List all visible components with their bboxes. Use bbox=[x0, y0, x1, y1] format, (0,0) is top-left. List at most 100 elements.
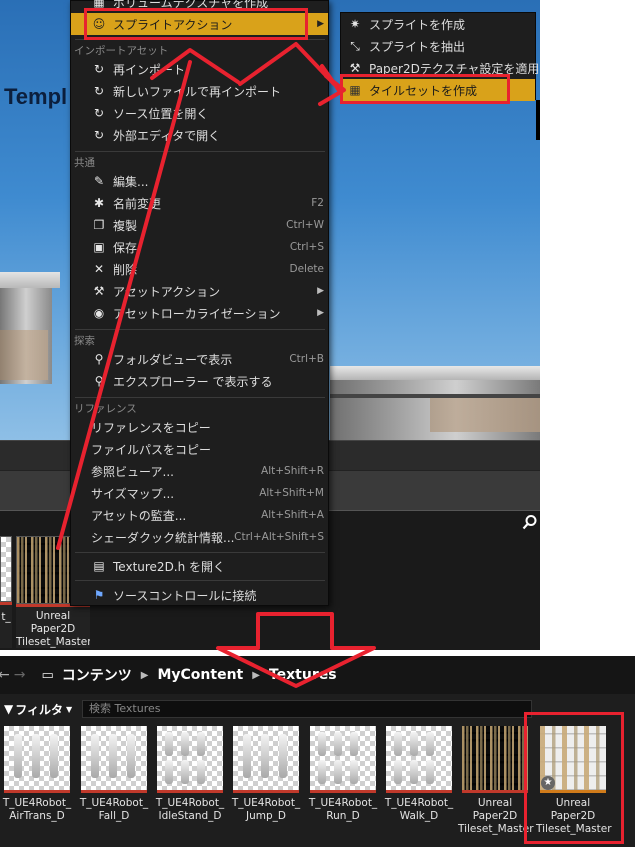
reimport-file-icon: ↻ bbox=[93, 84, 105, 98]
chevron-right-icon: ▶ bbox=[317, 286, 324, 296]
menu-item-reimport-new-file[interactable]: ↻ 新しいファイルで再インポート bbox=[71, 80, 328, 102]
menu-separator bbox=[75, 552, 325, 553]
asset-thumbnail bbox=[0, 536, 12, 602]
asset-caption: Unreal Paper2D Tileset_Master bbox=[536, 797, 612, 835]
filter-button[interactable]: ▼ フィルタ ▼ bbox=[4, 700, 72, 718]
chevron-right-icon: ▶ bbox=[317, 19, 324, 29]
asset-caption: T_UE4Robot_ Walk_D bbox=[384, 797, 454, 822]
texture-settings-icon: ⚒ bbox=[349, 61, 361, 75]
menu-item-copy-reference[interactable]: リファレンスをコピー bbox=[71, 416, 328, 438]
menu-item-create-sprite[interactable]: ✷ スプライトを作成 bbox=[341, 13, 535, 35]
source-control-icon: ⚑ bbox=[93, 588, 105, 602]
viewport-title-text: Templ bbox=[4, 84, 68, 109]
wrench-icon: ⚒ bbox=[93, 284, 105, 298]
filter-icon: ▼ bbox=[4, 702, 14, 716]
menu-separator bbox=[75, 329, 325, 330]
tileset-badge-icon: ★ bbox=[541, 776, 555, 790]
folder-icon: ▭ bbox=[41, 667, 54, 683]
menu-item-create-tileset[interactable]: ▦ タイルセットを作成 bbox=[341, 79, 535, 101]
section-common: 共通 bbox=[74, 157, 95, 169]
texture-icon: ▦ bbox=[93, 0, 105, 9]
menu-item-copy-file-path[interactable]: ファイルパスをコピー bbox=[71, 438, 328, 460]
menu-item-sprite-actions[interactable]: ☺ スプライトアクション ▶ bbox=[71, 13, 328, 35]
asset-caption: Unreal Paper2D Tileset_Master bbox=[458, 797, 534, 835]
asset-thumbnail bbox=[4, 726, 70, 790]
asset-thumbnail bbox=[386, 726, 452, 790]
menu-item-open-header[interactable]: ▤ Texture2D.h を開く bbox=[71, 555, 328, 577]
breadcrumb-textures[interactable]: Textures bbox=[269, 667, 337, 683]
rename-icon: ✱ bbox=[93, 196, 105, 210]
platform-left-top bbox=[0, 272, 60, 288]
menu-item-shader-cook-stats[interactable]: シェーダクック統計情報... Ctrl+Alt+Shift+S bbox=[71, 526, 328, 548]
platform-right-top bbox=[330, 366, 540, 380]
asset-caption: T_UE4Robot_ IdleStand_D bbox=[155, 797, 225, 822]
magnifier-icon: ⚲ bbox=[94, 352, 104, 366]
asset-caption-line2: Paper2D bbox=[30, 623, 76, 635]
asset-caption: T_UE4Robot_ Fall_D bbox=[79, 797, 149, 822]
sprite-icon: ☺ bbox=[92, 17, 106, 31]
search-icon[interactable] bbox=[522, 514, 538, 530]
menu-separator bbox=[75, 580, 325, 581]
globe-icon: ◉ bbox=[93, 306, 105, 320]
chevron-right-icon: ▶ bbox=[317, 308, 324, 318]
asset-thumbnail bbox=[157, 726, 223, 790]
save-icon: ▣ bbox=[93, 240, 105, 254]
asset-tile-partial[interactable]: t_ bbox=[0, 536, 12, 648]
asset-context-menu: ▦ ボリュームテクスチャを作成 ☺ スプライトアクション ▶ インポートアセット… bbox=[70, 0, 329, 606]
menu-item-reimport[interactable]: ↻ 再インポート bbox=[71, 58, 328, 80]
platform-right-base bbox=[430, 398, 540, 432]
menu-item-open-source-location[interactable]: ↻ ソース位置を開く bbox=[71, 102, 328, 124]
menu-item-save[interactable]: ▣ 保存 Ctrl+S bbox=[71, 236, 328, 258]
menu-item-show-in-folder-view[interactable]: ⚲ フォルダビューで表示 Ctrl+B bbox=[71, 348, 328, 370]
menu-item-connect-source-control[interactable]: ⚑ ソースコントロールに接続 bbox=[71, 584, 328, 606]
search-input[interactable]: 検索 Textures bbox=[82, 700, 532, 718]
asset-caption-line1: Unreal bbox=[35, 610, 71, 622]
chevron-right-icon: ▶ bbox=[252, 669, 260, 681]
menu-item-asset-localization[interactable]: ◉ アセットローカライゼーション ▶ bbox=[71, 302, 328, 324]
section-reference: リファレンス bbox=[74, 403, 137, 415]
menu-item-asset-audit[interactable]: アセットの監査... Alt+Shift+A bbox=[71, 504, 328, 526]
chevron-right-icon: ▶ bbox=[140, 669, 149, 681]
menu-item-edit[interactable]: ✎ 編集... bbox=[71, 170, 328, 192]
breadcrumb-content[interactable]: コンテンツ bbox=[62, 665, 132, 685]
back-arrow-icon[interactable]: ← bbox=[0, 667, 10, 683]
menu-item-create-volume-texture[interactable]: ▦ ボリュームテクスチャを作成 bbox=[71, 0, 328, 13]
asset-caption: t_ bbox=[1, 611, 11, 623]
menu-item-extract-sprites[interactable]: ⤡ スプライトを抽出 bbox=[341, 35, 535, 57]
breadcrumb: ← → ▭ コンテンツ ▶ MyContent ▶ Textures bbox=[0, 656, 635, 694]
forward-arrow-icon[interactable]: → bbox=[14, 667, 26, 683]
reimport-icon: ↻ bbox=[93, 62, 105, 76]
duplicate-icon: ❐ bbox=[93, 218, 105, 232]
delete-icon: ✕ bbox=[93, 262, 105, 276]
menu-item-open-external-editor[interactable]: ↻ 外部エディタで開く bbox=[71, 124, 328, 146]
folder-open-icon: ↻ bbox=[93, 106, 105, 120]
edit-icon: ✎ bbox=[93, 174, 105, 188]
menu-item-apply-paper2d-settings[interactable]: ⚒ Paper2Dテクスチャ設定を適用 bbox=[341, 57, 540, 79]
sprite-actions-submenu: ✷ スプライトを作成 ⤡ スプライトを抽出 ⚒ Paper2Dテクスチャ設定を適… bbox=[340, 12, 540, 101]
menu-separator bbox=[75, 397, 325, 398]
asset-caption: T_UE4Robot_ Jump_D bbox=[231, 797, 301, 822]
asset-thumbnail bbox=[462, 726, 528, 790]
asset-caption-line3: Tileset_Master bbox=[16, 636, 90, 648]
code-file-icon: ▤ bbox=[93, 559, 105, 573]
sprite-extract-icon: ⤡ bbox=[350, 38, 360, 53]
asset-thumbnail bbox=[81, 726, 147, 790]
menu-item-show-in-explorer[interactable]: ⚲ エクスプローラー で表示する bbox=[71, 370, 328, 392]
menu-item-reference-viewer[interactable]: 参照ビューア... Alt+Shift+R bbox=[71, 460, 328, 482]
submenu-shadow bbox=[536, 100, 540, 140]
menu-item-delete[interactable]: ✕ 削除 Delete bbox=[71, 258, 328, 280]
breadcrumb-mycontent[interactable]: MyContent bbox=[157, 667, 243, 683]
menu-item-rename[interactable]: ✱ 名前変更 F2 bbox=[71, 192, 328, 214]
menu-separator bbox=[75, 39, 325, 40]
external-editor-icon: ↻ bbox=[93, 128, 105, 142]
asset-caption: T_UE4Robot_ Run_D bbox=[308, 797, 378, 822]
section-import-assets: インポートアセット bbox=[74, 45, 169, 57]
sprite-create-icon: ✷ bbox=[349, 17, 361, 31]
menu-separator bbox=[75, 151, 325, 152]
magnifier-icon: ⚲ bbox=[94, 374, 104, 388]
menu-item-duplicate[interactable]: ❐ 複製 Ctrl+W bbox=[71, 214, 328, 236]
menu-item-asset-actions[interactable]: ⚒ アセットアクション ▶ bbox=[71, 280, 328, 302]
menu-item-size-map[interactable]: サイズマップ... Alt+Shift+M bbox=[71, 482, 328, 504]
asset-thumbnail bbox=[233, 726, 299, 790]
tileset-icon: ▦ bbox=[349, 83, 361, 97]
